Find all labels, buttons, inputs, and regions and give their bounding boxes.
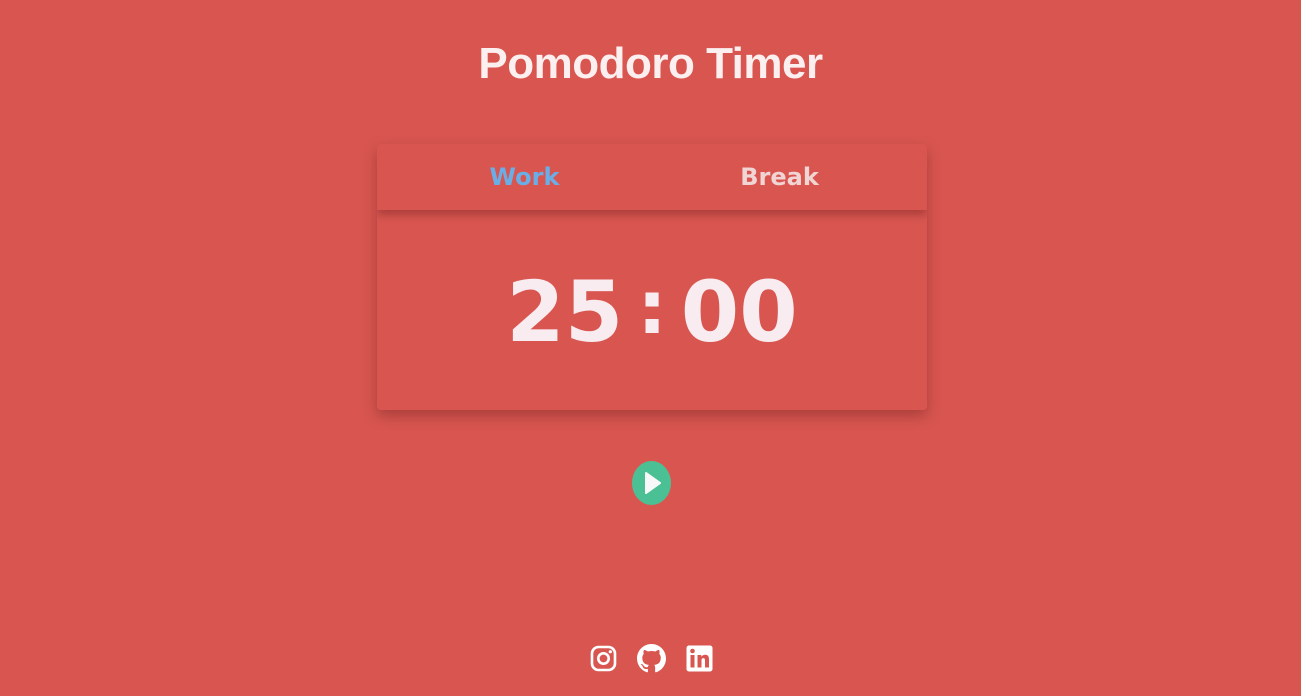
instagram-icon — [590, 645, 617, 672]
linkedin-icon — [686, 645, 713, 672]
timer-separator: : — [637, 265, 667, 351]
linkedin-link[interactable] — [685, 644, 714, 673]
mode-tabs: Work Break — [377, 144, 927, 210]
github-icon — [637, 644, 666, 673]
play-button[interactable] — [632, 461, 671, 505]
page-title: Pomodoro Timer — [478, 39, 823, 88]
timer-minutes: 25 — [506, 263, 624, 361]
tab-break[interactable]: Break — [652, 144, 927, 210]
social-links — [589, 644, 714, 673]
play-icon — [645, 472, 661, 494]
timer-card: Work Break 25:00 — [377, 144, 927, 410]
tab-work[interactable]: Work — [377, 144, 652, 210]
instagram-link[interactable] — [589, 644, 618, 673]
timer-seconds: 00 — [680, 263, 798, 361]
timer-display: 25:00 — [377, 262, 927, 366]
github-link[interactable] — [637, 644, 666, 673]
